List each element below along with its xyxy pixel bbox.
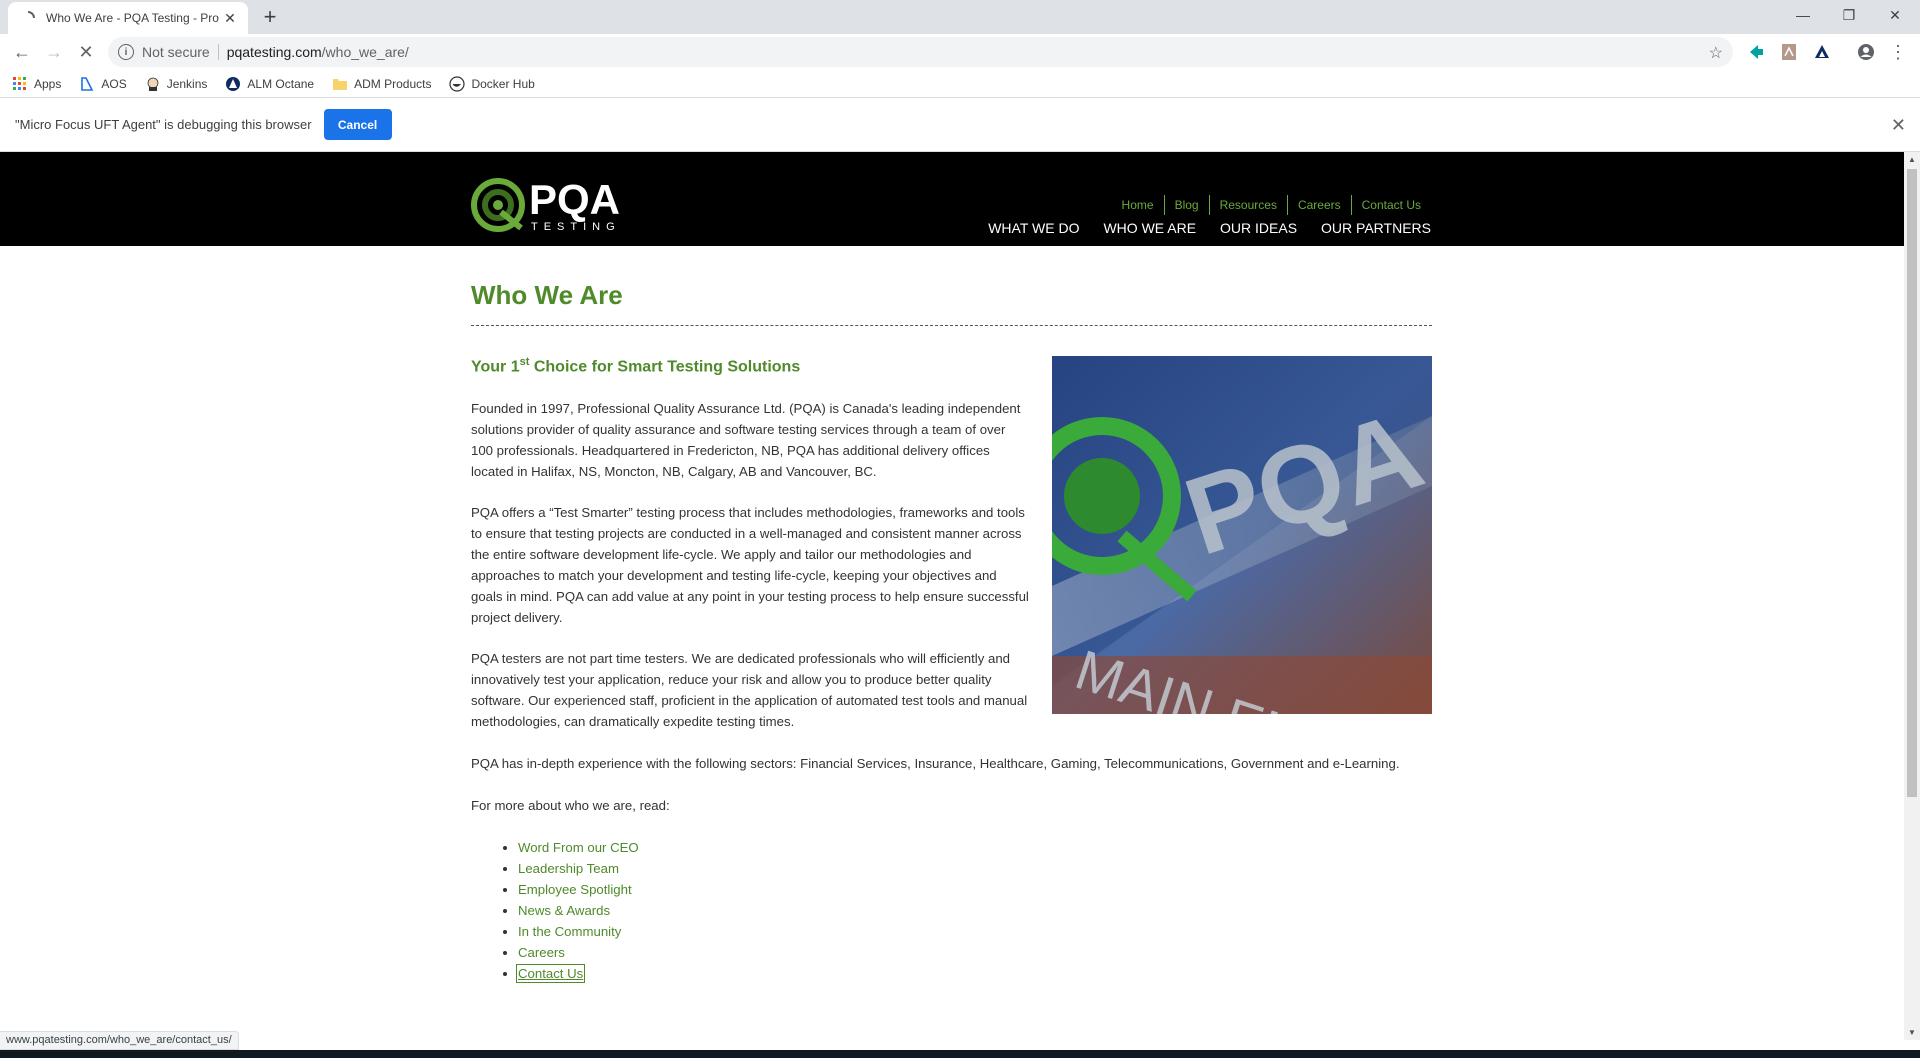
pdf-extension-icon[interactable] [1780,43,1798,61]
logo-subtext: TESTING [531,221,621,233]
bookmark-label: Jenkins [166,76,208,91]
scroll-up-icon[interactable]: ▲ [1908,155,1916,164]
loading-spinner-icon [20,10,36,26]
list-item: Leadership Team [518,858,1432,879]
docker-icon [449,75,466,92]
list-item: Contact Us [515,963,1432,984]
link-word-from-ceo[interactable]: Word From our CEO [518,840,639,855]
main-nav-our-ideas[interactable]: OUR IDEAS [1220,220,1297,236]
util-nav-resources[interactable]: Resources [1208,195,1287,215]
bookmark-alm-octane[interactable]: ALM Octane [225,76,314,92]
read-more-intro: For more about who we are, read: [471,798,670,814]
bookmark-jenkins[interactable]: Jenkins [145,76,208,92]
cancel-debugging-button[interactable]: Cancel [323,109,392,140]
debugging-infobar: "Micro Focus UFT Agent" is debugging thi… [0,98,1920,152]
page-scrollbar[interactable]: ▲ ▼ [1904,152,1920,1040]
bookmark-label: ALM Octane [247,76,315,91]
bookmark-label: AOS [101,76,127,91]
folder-icon [332,76,348,92]
address-bar[interactable]: i Not secure pqatesting.com /who_we_are/… [108,37,1733,67]
section-subtitle: Your 1st Choice for Smart Testing Soluti… [471,356,1031,376]
minimize-button[interactable]: — [1780,0,1826,30]
info-icon[interactable]: i [118,44,134,60]
os-taskbar [0,1050,1920,1058]
bookmark-label: Docker Hub [471,76,535,91]
site-header: PQA TESTING Home Blog Resources Careers … [0,152,1904,246]
back-button[interactable]: ← [10,40,34,64]
close-window-button[interactable]: ✕ [1872,0,1918,30]
apps-grid-icon [12,76,28,92]
main-nav-who-we-are[interactable]: WHO WE ARE [1103,220,1196,236]
utility-nav: Home Blog Resources Careers Contact Us [1112,195,1431,215]
tab-close-icon[interactable]: ✕ [222,10,238,26]
main-nav-what-we-do[interactable]: WHAT WE DO [988,220,1079,236]
list-item: News & Awards [518,900,1432,921]
restore-button[interactable]: ❐ [1826,0,1872,30]
subtitle-text-end: Choice for Smart Testing Solutions [529,358,801,376]
uft-extension-icon[interactable] [1747,43,1765,61]
tab-strip: Who We Are - PQA Testing - Pro ✕ + — ❐ ✕ [0,0,1920,34]
security-label: Not secure [142,44,210,60]
subtitle-superscript: st [519,356,530,368]
list-item: Careers [518,942,1432,963]
paragraph-testers: PQA testers are not part time testers. W… [471,651,1028,730]
link-news-awards[interactable]: News & Awards [518,903,610,918]
browser-toolbar: ← → ✕ i Not secure pqatesting.com /who_w… [0,34,1920,70]
subtitle-text-start: Your 1 [471,358,520,376]
url-path: /who_we_are/ [321,44,409,60]
link-careers[interactable]: Careers [518,945,565,960]
scrollbar-thumb[interactable] [1907,169,1917,797]
link-employee-spotlight[interactable]: Employee Spotlight [518,882,632,897]
stop-loading-button[interactable]: ✕ [74,40,98,64]
bookmark-apps[interactable]: Apps [12,76,61,92]
profile-avatar-icon[interactable] [1857,43,1875,61]
main-nav-our-partners[interactable]: OUR PARTNERS [1321,220,1431,236]
jenkins-icon [145,76,161,92]
link-contact-us[interactable]: Contact Us [515,964,586,984]
list-item: Word From our CEO [518,837,1432,858]
paragraph-test-smarter: PQA offers a “Test Smarter” testing proc… [471,505,1029,626]
list-item: In the Community [518,921,1432,942]
browser-menu-icon[interactable]: ⋮ [1886,40,1910,64]
tab-title: Who We Are - PQA Testing - Pro [46,11,219,25]
bookmark-label: ADM Products [354,76,432,91]
aos-icon [79,76,95,92]
forward-button[interactable]: → [42,40,66,64]
bookmark-label: Apps [34,76,62,91]
title-divider [471,325,1432,326]
status-bar-url: www.pqatesting.com/who_we_are/contact_us… [0,1031,239,1050]
scroll-down-icon[interactable]: ▼ [1908,1028,1916,1037]
bookmark-aos[interactable]: AOS [79,76,127,92]
bookmarks-bar: Apps AOS Jenkins ALM Octane ADM Products… [0,70,1920,98]
bookmark-docker-hub[interactable]: Docker Hub [449,75,535,92]
omnibox-separator [217,44,219,60]
logo-text: PQA [529,176,620,223]
infobar-message: "Micro Focus UFT Agent" is debugging thi… [15,117,312,132]
infobar-close-icon[interactable]: ✕ [1891,115,1906,136]
link-in-the-community[interactable]: In the Community [518,924,621,939]
paragraph-founded: Founded in 1997, Professional Quality As… [471,401,1021,480]
new-tab-button[interactable]: + [258,6,282,30]
util-nav-blog[interactable]: Blog [1163,195,1209,215]
url-host: pqatesting.com [226,44,322,60]
hero-image: PQA MAIN ENTRA [1052,356,1432,714]
intro-column: Your 1st Choice for Smart Testing Soluti… [471,356,1031,732]
util-nav-contact-us[interactable]: Contact Us [1350,195,1431,215]
browser-tab[interactable]: Who We Are - PQA Testing - Pro ✕ [8,2,248,34]
octane-extension-icon[interactable] [1813,43,1831,61]
paragraph-sectors: PQA has in-depth experience with the fol… [471,756,1400,772]
page-title: Who We Are [471,280,623,310]
bookmark-adm-products[interactable]: ADM Products [332,76,431,92]
list-item: Employee Spotlight [518,879,1432,900]
util-nav-home[interactable]: Home [1112,195,1164,215]
link-leadership-team[interactable]: Leadership Team [518,861,619,876]
read-more-list: Word From our CEO Leadership Team Employ… [471,837,1432,984]
bookmark-star-icon[interactable]: ☆ [1709,43,1723,63]
page-viewport: PQA TESTING Home Blog Resources Careers … [0,152,1904,1040]
main-content: Who We Are PQA Your 1st Choice for Smart… [471,246,1432,984]
util-nav-careers[interactable]: Careers [1286,195,1351,215]
pqa-logo[interactable]: PQA TESTING [471,176,643,234]
alm-octane-icon [225,76,241,92]
main-nav: WHAT WE DO WHO WE ARE OUR IDEAS OUR PART… [964,220,1431,236]
